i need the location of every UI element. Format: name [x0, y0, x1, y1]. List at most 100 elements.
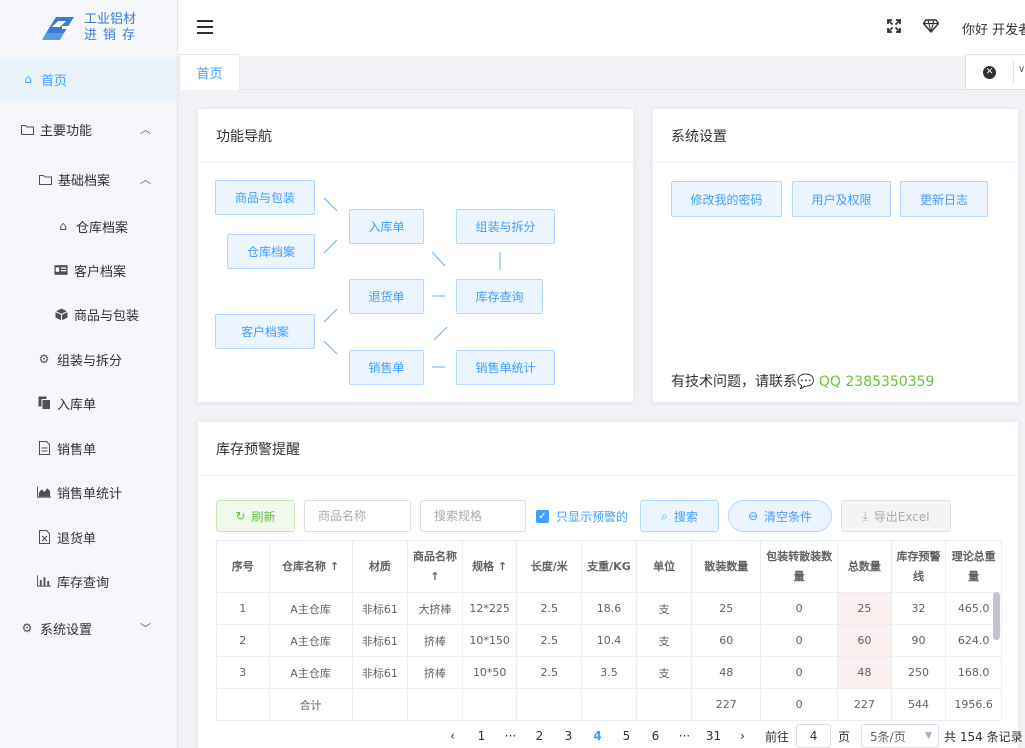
page-number[interactable]: 3	[554, 729, 583, 743]
sidebar-item-returns[interactable]: 退货单	[0, 515, 177, 559]
chevron-up-icon: ︿	[140, 123, 151, 136]
table-cell: 0	[760, 624, 839, 657]
page-number[interactable]: 2	[525, 729, 554, 743]
page-ellipsis[interactable]: ···	[670, 729, 699, 743]
table-header-row: 序号 仓库名称 ↑ 材质 商品名称 ↑ 规格 ↑ 长度/米 支重/KG 单位 散…	[216, 540, 1002, 593]
table-body: 1 A主仓库 非标61 大挤棒 12*225 2.5 18.6 支 25 0 25 32 465.0 2 A…	[216, 592, 1002, 721]
table-cell: 非标61	[351, 592, 409, 625]
sidebar-item-inbound[interactable]: 入库单	[0, 381, 177, 425]
only-warning-checkbox[interactable]: ✓	[536, 510, 549, 523]
table-cell: 168.0	[945, 656, 1002, 689]
tab-bar: 首页 ✕ ∨	[178, 54, 1025, 90]
clear-conditions-button[interactable]: ⊖ 清空条件	[728, 500, 832, 532]
qq-contact-link[interactable]: QQ 2385350359	[819, 374, 935, 390]
folder-icon	[20, 122, 34, 136]
user-greeting[interactable]: 你好 开发者	[962, 19, 1025, 38]
goto-page-input[interactable]	[796, 724, 832, 748]
sidebar-item-stock-query[interactable]: 库存查询	[0, 559, 177, 603]
prev-page-icon[interactable]: ‹	[438, 729, 467, 743]
table-cell: A主仓库	[268, 656, 353, 689]
copy-icon	[37, 396, 51, 410]
table-cell: 60	[691, 624, 762, 657]
sidebar-item-home[interactable]: ⌂ 首页	[0, 57, 177, 101]
page-number[interactable]: 6	[641, 729, 670, 743]
page-ellipsis[interactable]: ···	[496, 729, 525, 743]
column-header: 材质	[351, 540, 409, 593]
sidebar-item-label: 销售单	[57, 442, 97, 458]
next-page-icon[interactable]: ›	[728, 729, 757, 743]
column-header: 库存预警线	[890, 540, 947, 593]
column-header: 支重/KG	[581, 540, 637, 593]
logo-subtitle: 进销存	[84, 28, 142, 43]
only-warning-label[interactable]: 只显示预警的	[556, 508, 628, 525]
goods-name-input[interactable]	[304, 500, 411, 532]
column-header-sortable[interactable]: 规格 ↑	[461, 540, 518, 593]
table-cell: 3.5	[581, 656, 637, 689]
caret-down-icon: ▼	[925, 731, 933, 741]
table-row[interactable]: 1 A主仓库 非标61 大挤棒 12*225 2.5 18.6 支 25 0 25 32 465.0	[216, 592, 1002, 625]
card-title: 库存预警提醒	[198, 422, 1018, 476]
table-row[interactable]: 3 A主仓库 非标61 挤棒 10*50 2.5 3.5 支 48 0 48 250 168.0	[216, 656, 1002, 689]
page-number[interactable]: 31	[699, 729, 728, 743]
sum-cell	[516, 688, 583, 721]
zoom-out-icon: ⊖	[747, 509, 759, 523]
change-password-button[interactable]: 修改我的密码	[671, 181, 782, 217]
table-cell: 0	[760, 592, 839, 625]
close-tabs-icon[interactable]: ✕	[983, 66, 996, 79]
sum-cell	[581, 688, 637, 721]
goto-label: 前往	[765, 729, 790, 744]
refresh-icon: ↻	[235, 509, 246, 523]
search-button[interactable]: ⌕ 搜索	[640, 500, 719, 532]
table-cell: 非标61	[351, 656, 409, 689]
sidebar-item-customer[interactable]: 客户档案	[0, 248, 177, 292]
tab-home[interactable]: 首页	[179, 54, 240, 90]
sidebar-item-sales[interactable]: 销售单	[0, 426, 177, 470]
changelog-button[interactable]: 更新日志	[900, 181, 988, 217]
diamond-icon[interactable]	[922, 19, 940, 35]
sidebar-item-sales-statistics[interactable]: 销售单统计	[0, 470, 177, 514]
app-logo[interactable]: 工业铝材 进销存	[0, 0, 177, 56]
sidebar-item-label: 仓库档案	[76, 220, 129, 236]
page-number-current[interactable]: 4	[583, 729, 612, 743]
table-cell: 25	[691, 592, 762, 625]
sidebar-item-goods-packaging[interactable]: 商品与包装	[0, 292, 177, 336]
chevron-down-icon[interactable]: ∨	[1018, 64, 1025, 75]
spec-search-input[interactable]	[420, 500, 526, 532]
sum-cell: 227	[837, 688, 892, 721]
sidebar-item-label: 首页	[41, 73, 68, 89]
table-cell: 48	[837, 656, 892, 689]
table-cell: 3	[216, 656, 270, 689]
table-cell: 60	[837, 624, 892, 657]
column-header-sortable[interactable]: 仓库名称 ↑	[268, 540, 353, 593]
refresh-button[interactable]: ↻ 刷新	[216, 500, 295, 532]
sum-cell	[407, 688, 463, 721]
users-permissions-button[interactable]: 用户及权限	[792, 181, 891, 217]
table-cell: 48	[691, 656, 762, 689]
table-cell: 2.5	[516, 624, 583, 657]
card-title: 系统设置	[653, 109, 1018, 163]
gear-icon: ⚙	[21, 621, 33, 635]
column-header-sortable[interactable]: 商品名称 ↑	[407, 540, 463, 593]
export-excel-button[interactable]: ⤓ 导出Excel	[841, 500, 951, 532]
page-size-select[interactable]: 5条/页 ▼	[861, 724, 940, 748]
fullscreen-icon[interactable]	[886, 19, 902, 35]
sum-cell	[216, 688, 270, 721]
page-number[interactable]: 5	[612, 729, 641, 743]
page-number[interactable]: 1	[467, 729, 496, 743]
table-row[interactable]: 2 A主仓库 非标61 挤棒 10*150 2.5 10.4 支 60 0 60 90 624.0	[216, 624, 1002, 657]
column-header: 单位	[635, 540, 693, 593]
home-icon: ⌂	[59, 219, 67, 233]
top-header: 你好 开发者	[178, 0, 1025, 56]
menu-toggle-icon[interactable]	[197, 20, 213, 34]
function-nav-card: 功能导航 商品与包装 仓库档案 客户档案 入库单 退货单 销售单 组装与拆分 库…	[197, 108, 634, 403]
table-cell: A主仓库	[268, 592, 353, 625]
table-cell: A主仓库	[268, 624, 353, 657]
sidebar-item-system-settings[interactable]: ⚙ 系统设置 ﹀	[0, 606, 177, 650]
sidebar-item-label: 系统设置	[40, 622, 93, 638]
sidebar-item-main-functions[interactable]: 主要功能 ︿	[0, 107, 177, 151]
table-scrollbar[interactable]	[993, 592, 1000, 640]
sidebar-item-assemble[interactable]: ⚙ 组装与拆分	[0, 337, 177, 381]
table-cell: 2.5	[516, 656, 583, 689]
sidebar-item-basic-archives[interactable]: 基础档案 ︿	[0, 157, 177, 201]
sidebar-item-warehouse[interactable]: ⌂ 仓库档案	[0, 204, 177, 248]
